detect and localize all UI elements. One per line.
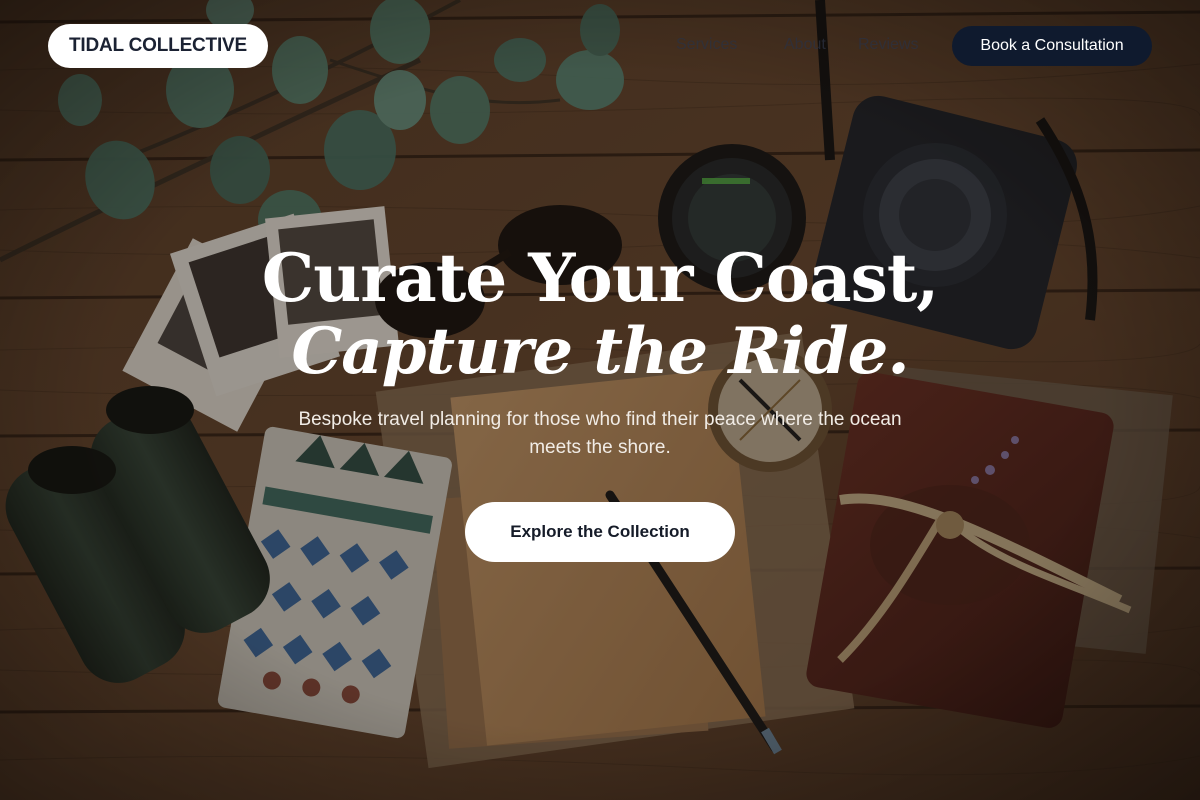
hero-headline-line2: Capture the Ride.	[291, 314, 909, 389]
book-consultation-button[interactable]: Book a Consultation	[952, 26, 1152, 66]
top-navigation: TIDAL COLLECTIVE Services About Reviews …	[0, 0, 1200, 92]
hero-headline-line1: Curate Your Coast,	[261, 239, 940, 317]
hero-subtitle: Bespoke travel planning for those who fi…	[298, 409, 902, 458]
brand-logo[interactable]: TIDAL COLLECTIVE	[48, 24, 268, 68]
hero-section: Curate Your Coast, Capture the Ride. Bes…	[0, 0, 1200, 800]
nav-link-reviews[interactable]: Reviews	[858, 36, 918, 54]
explore-collection-button[interactable]: Explore the Collection	[465, 502, 735, 562]
nav-link-about[interactable]: About	[784, 36, 826, 54]
nav-link-services[interactable]: Services	[676, 36, 737, 54]
